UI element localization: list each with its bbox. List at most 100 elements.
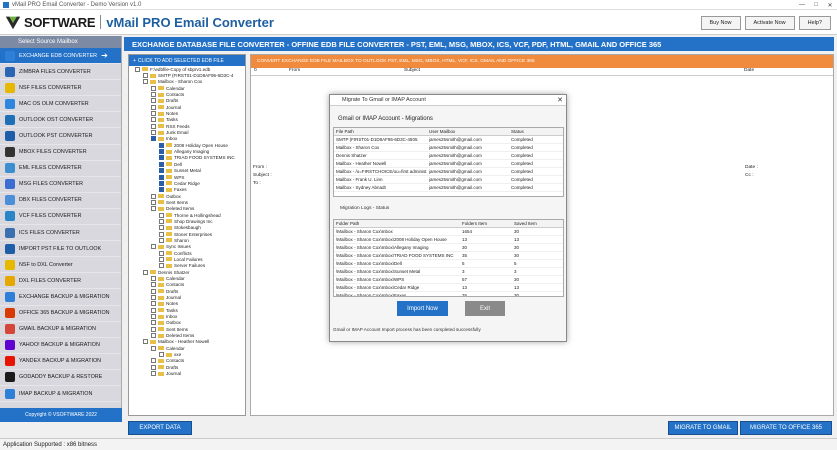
sidebar-item[interactable]: ICS FILES CONVERTER <box>0 225 121 242</box>
logs-grid[interactable]: Folder Path Folders Item Saved Item \Mai… <box>333 219 564 297</box>
tree-checkbox[interactable] <box>159 231 164 237</box>
tree-node[interactable]: SMTP (FIRST01-D1D8AF95-6D3C-4 <box>129 72 245 79</box>
sidebar-item[interactable]: NSF to DXL Converter <box>0 257 121 274</box>
table-row[interactable]: Dennis Shatzer james25smith@gmail.com Comp… <box>334 152 563 160</box>
close-window-button[interactable]: ✕ <box>823 0 837 10</box>
tree-checkbox[interactable] <box>151 193 156 199</box>
tree-checkbox[interactable] <box>159 256 164 262</box>
tree-checkbox[interactable] <box>151 136 156 142</box>
tree-checkbox[interactable] <box>151 111 156 117</box>
tree-checkbox[interactable] <box>143 339 148 345</box>
table-row[interactable]: \Mailbox - Sharon Cox\Inbox\TRIAD FOOD S… <box>334 252 563 260</box>
tree-checkbox[interactable] <box>151 326 156 332</box>
tree-checkbox[interactable] <box>151 276 156 282</box>
tree-checkbox[interactable] <box>143 269 148 275</box>
table-row[interactable]: SMTP (FIRST01-D1D8AF95-6D3C-4505 james25s… <box>334 136 563 144</box>
tree-checkbox[interactable] <box>151 301 156 307</box>
tree-checkbox[interactable] <box>151 320 156 326</box>
table-row[interactable]: \Mailbox - Sharon Cox\Inbox\Allegany Ima… <box>334 244 563 252</box>
tree-checkbox[interactable] <box>151 85 156 91</box>
table-row[interactable]: Mailbox - Heather Nowell james25smith@gma… <box>334 160 563 168</box>
tree-checkbox[interactable] <box>151 288 156 294</box>
sidebar-item[interactable]: YANDEX BACKUP & MIGRATION <box>0 354 121 370</box>
tree-checkbox[interactable] <box>159 250 164 256</box>
table-row[interactable]: Mailbox - Frank U. Linn james25smith@gmai… <box>334 176 563 184</box>
import-now-button[interactable]: Import Now <box>397 301 448 316</box>
minimize-button[interactable]: — <box>795 0 809 10</box>
exit-button[interactable]: Exit <box>465 301 505 316</box>
tree-checkbox[interactable] <box>151 244 156 250</box>
sidebar-item[interactable]: DXL FILES CONVERTER <box>0 273 121 290</box>
table-row[interactable]: \Mailbox - Sharon Cox\Inbox 1654 30 <box>334 228 563 236</box>
tree-checkbox[interactable] <box>151 104 156 110</box>
sidebar-item[interactable]: ZIMBRA FILES CONVERTER <box>0 64 121 81</box>
tree-checkbox[interactable] <box>159 237 164 243</box>
tree-checkbox[interactable] <box>159 161 164 167</box>
tree-checkbox[interactable] <box>151 282 156 288</box>
table-row[interactable]: \Mailbox - Sharon Cox\Inbox\Cedar Ridge 1… <box>334 284 563 292</box>
migrations-grid[interactable]: File Path User Mailbox Status SMTP (FIRS… <box>333 127 564 197</box>
sidebar-item[interactable]: OUTLOOK PST CONVERTER <box>0 128 121 145</box>
sidebar-item[interactable]: YAHOO! BACKUP & MIGRATION <box>0 338 121 354</box>
table-row[interactable]: Mailbox - /o=FIRSTCHOICE/ou=first admini… <box>334 168 563 176</box>
table-row[interactable]: Mailbox - Sharon Cox james25smith@gmail.c… <box>334 144 563 152</box>
sidebar-item[interactable]: EXCHANGE BACKUP & MIGRATION <box>0 289 121 306</box>
tree-checkbox[interactable] <box>151 123 156 129</box>
sidebar-item[interactable]: NSF FILES CONVERTER <box>0 80 121 97</box>
activate-now-button[interactable]: Activate Now <box>744 16 795 30</box>
tree-checkbox[interactable] <box>159 174 164 180</box>
tree-checkbox[interactable] <box>159 168 164 174</box>
help-button[interactable]: Help? <box>798 16 831 30</box>
table-row[interactable]: \Mailbox - Sharon Cox\Inbox\Sunset Metal… <box>334 268 563 276</box>
sidebar-item[interactable]: GODADDY BACKUP & RESTORE <box>0 370 121 386</box>
migrate-to-gmail-button[interactable]: MIGRATE TO GMAIL <box>668 421 738 435</box>
tree-checkbox[interactable] <box>159 187 164 193</box>
dialog-close-icon[interactable]: ✕ <box>557 96 563 104</box>
sidebar-item[interactable]: MAC OS OLM CONVERTER <box>0 96 121 113</box>
tree-checkbox[interactable] <box>151 364 156 370</box>
table-row[interactable]: \Mailbox - Sharon Cox\Inbox\Faxes 76 30 <box>334 292 563 296</box>
sidebar-item[interactable]: VCF FILES CONVERTER <box>0 209 121 226</box>
tree-checkbox[interactable] <box>159 142 164 148</box>
maximize-button[interactable]: □ <box>809 0 823 10</box>
sidebar-item[interactable]: MSG FILES CONVERTER <box>0 177 121 193</box>
tree-checkbox[interactable] <box>151 345 156 351</box>
sidebar-item[interactable]: OFFICE 365 BACKUP & MIGRATION <box>0 306 121 322</box>
tree-checkbox[interactable] <box>159 155 164 161</box>
tree-checkbox[interactable] <box>151 130 156 136</box>
sidebar-item[interactable]: OUTLOOK OST CONVERTER <box>0 112 121 129</box>
tree-checkbox[interactable] <box>159 218 164 224</box>
tree-checkbox[interactable] <box>159 225 164 231</box>
tree-checkbox[interactable] <box>159 180 164 186</box>
tree-checkbox[interactable] <box>151 314 156 320</box>
tree-checkbox[interactable] <box>151 199 156 205</box>
tree-checkbox[interactable] <box>135 66 140 72</box>
export-data-button[interactable]: EXPORT DATA <box>128 421 192 435</box>
tree-checkbox[interactable] <box>151 206 156 212</box>
sidebar-item[interactable]: GMAIL BACKUP & MIGRATION <box>0 322 121 338</box>
sidebar-item[interactable]: IMAP BACKUP & MIGRATION <box>0 386 121 403</box>
sidebar-item[interactable]: IMPORT PST FILE TO OUTLOOK <box>0 241 121 258</box>
tree-checkbox[interactable] <box>151 98 156 104</box>
add-edb-file-button[interactable]: + CLICK TO ADD SELECTED EDB FILE <box>129 55 245 66</box>
sidebar-item[interactable]: EXCHANGE EDB CONVERTER ➔ <box>0 48 121 65</box>
tree-checkbox[interactable] <box>159 212 164 218</box>
tree-checkbox[interactable] <box>151 371 156 377</box>
table-row[interactable]: \Mailbox - Sharon Cox\Inbox\2008 Holiday… <box>334 236 563 244</box>
table-row[interactable]: Mailbox - Sydney Abnadt james25smith@gmai… <box>334 184 563 192</box>
table-row[interactable]: \Mailbox - Sharon Cox\Inbox\WPS 57 30 <box>334 276 563 284</box>
tree-checkbox[interactable] <box>151 307 156 313</box>
tree-checkbox[interactable] <box>151 295 156 301</box>
sidebar-item[interactable]: EML FILES CONVERTER <box>0 161 121 177</box>
tree-checkbox[interactable] <box>159 263 164 269</box>
tree-node[interactable]: Journal <box>129 371 245 377</box>
migrate-to-office365-button[interactable]: MIGRATE TO OFFICE 365 <box>740 421 832 435</box>
buy-now-button[interactable]: Buy Now <box>700 16 741 30</box>
mailbox-tree[interactable]: + CLICK TO ADD SELECTED EDB FILE F:\edbf… <box>128 54 246 416</box>
tree-checkbox[interactable] <box>151 358 156 364</box>
tree-checkbox[interactable] <box>159 149 164 155</box>
tree-checkbox[interactable] <box>143 79 148 85</box>
sidebar-item[interactable]: DBX FILES CONVERTER <box>0 193 121 209</box>
tree-checkbox[interactable] <box>151 92 156 98</box>
tree-checkbox[interactable] <box>143 73 148 79</box>
